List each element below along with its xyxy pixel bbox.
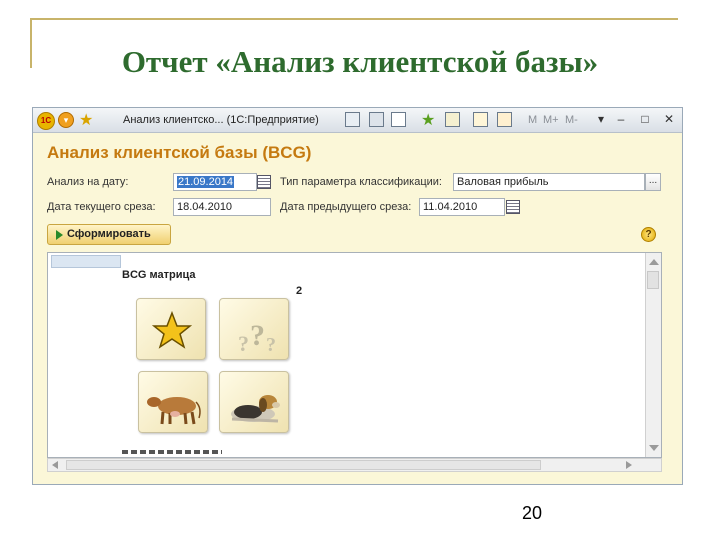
history-icon[interactable] bbox=[445, 112, 460, 127]
generate-button-label: Сформировать bbox=[67, 228, 151, 240]
report-horizontal-scrollbar[interactable] bbox=[47, 458, 662, 472]
analysis-date-value: 21.09.2014 bbox=[177, 176, 235, 188]
analysis-date-field[interactable]: 21.09.2014 bbox=[173, 173, 257, 191]
slide-frame-top bbox=[30, 18, 678, 20]
selected-cell[interactable] bbox=[51, 255, 121, 268]
maximize-button[interactable]: □ bbox=[637, 111, 653, 128]
vertical-scroll-thumb[interactable] bbox=[647, 271, 659, 289]
current-slice-field[interactable]: 18.04.2010 bbox=[173, 198, 271, 216]
horizontal-scroll-thumb[interactable] bbox=[66, 460, 541, 470]
window-title: Анализ клиентско... (1С:Предприятие) bbox=[123, 114, 319, 126]
svg-text:?: ? bbox=[238, 331, 249, 356]
print-icon[interactable] bbox=[369, 112, 384, 127]
svg-text:?: ? bbox=[250, 319, 265, 352]
classification-param-field[interactable]: Валовая прибыль bbox=[453, 173, 645, 191]
previous-slice-label: Дата предыдущего среза: bbox=[280, 201, 412, 213]
cow-icon bbox=[147, 397, 201, 425]
slide-title: Отчет «Анализ клиентской базы» bbox=[121, 44, 599, 79]
scroll-right-icon[interactable] bbox=[626, 461, 632, 469]
calculator-icon[interactable] bbox=[473, 112, 488, 127]
preview-icon[interactable] bbox=[391, 112, 406, 127]
truncated-report-text bbox=[122, 450, 222, 454]
help-icon[interactable]: ? bbox=[641, 227, 656, 242]
add-favorite-icon[interactable]: ★ bbox=[421, 110, 435, 130]
window-menu-button[interactable]: ▾ bbox=[593, 111, 609, 128]
star-icon bbox=[151, 310, 193, 349]
classification-param-select-button[interactable]: ... bbox=[645, 173, 661, 191]
slide-page-number: 20 bbox=[522, 503, 543, 523]
window-titlebar: 1С ▾ ★ Анализ клиентско... (1С:Предприят… bbox=[33, 108, 682, 133]
current-slice-label: Дата текущего среза: bbox=[47, 201, 156, 213]
play-icon bbox=[56, 229, 63, 240]
close-button[interactable]: ✕ bbox=[661, 111, 677, 128]
scroll-down-icon[interactable] bbox=[649, 445, 659, 451]
analysis-date-label: Анализ на дату: bbox=[47, 176, 129, 188]
app-window: 1С ▾ ★ Анализ клиентско... (1С:Предприят… bbox=[32, 107, 683, 485]
calendar-icon[interactable] bbox=[497, 112, 512, 127]
bcg-matrix-title: BCG матрица bbox=[122, 269, 196, 281]
report-vertical-scrollbar[interactable] bbox=[645, 253, 661, 457]
scroll-left-icon[interactable] bbox=[52, 461, 58, 469]
matrix-marker-number: 2 bbox=[296, 285, 303, 297]
svg-text:?: ? bbox=[266, 334, 276, 356]
dog-tile[interactable] bbox=[219, 371, 289, 433]
favorites-star-icon[interactable]: ★ bbox=[79, 110, 93, 130]
save-icon[interactable] bbox=[345, 112, 360, 127]
classification-param-label: Тип параметра классификации: bbox=[280, 176, 442, 188]
app-logo-icon[interactable]: 1С bbox=[37, 112, 55, 130]
question-mark-icon: ? ? ? bbox=[238, 319, 276, 356]
report-area[interactable]: BCG матрица 2 ? ? ? bbox=[47, 252, 662, 458]
memory-mplus-button[interactable]: M+ bbox=[543, 114, 559, 126]
memory-mminus-button[interactable]: M- bbox=[565, 114, 578, 126]
dog-icon bbox=[231, 395, 280, 423]
main-menu-icon[interactable]: ▾ bbox=[58, 112, 74, 128]
previous-slice-field[interactable]: 11.04.2010 bbox=[419, 198, 505, 216]
scroll-up-icon[interactable] bbox=[649, 259, 659, 265]
form-title: Анализ клиентской базы (BCG) bbox=[47, 143, 312, 162]
analysis-date-calendar-icon[interactable] bbox=[257, 175, 271, 189]
cash-cow-tile[interactable] bbox=[138, 371, 208, 433]
star-tile[interactable] bbox=[136, 298, 206, 360]
question-tile[interactable]: ? ? ? bbox=[219, 298, 289, 360]
minimize-button[interactable]: – bbox=[613, 111, 629, 128]
memory-m-button[interactable]: M bbox=[528, 114, 537, 126]
previous-slice-calendar-icon[interactable] bbox=[506, 200, 520, 214]
generate-button[interactable]: Сформировать bbox=[47, 224, 171, 245]
